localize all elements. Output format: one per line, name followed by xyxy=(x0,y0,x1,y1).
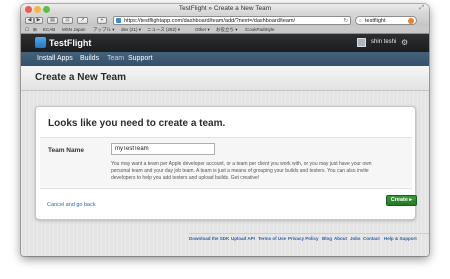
bookmark-item[interactable]: dev (21) ▾ xyxy=(121,26,141,34)
app-logo[interactable]: TestFlight xyxy=(49,37,91,49)
footer-link-sdk[interactable]: Download the SDK xyxy=(189,233,229,244)
sidebar-icon[interactable]: ▤ xyxy=(47,17,58,24)
footer: Download the SDK Upload API Terms of Use… xyxy=(21,233,429,244)
testflight-logo-icon[interactable] xyxy=(35,37,46,48)
user-name[interactable]: shin teshi xyxy=(371,38,396,47)
footer-link-jobs[interactable]: Jobs xyxy=(350,233,361,244)
footer-link-privacy[interactable]: Privacy Policy xyxy=(288,233,319,244)
gear-icon[interactable]: ⚙ xyxy=(401,37,408,48)
title-bar: TestFlight » Create a New Team ⤢ xyxy=(21,4,429,15)
bookmarks-book-icon[interactable]: ☐ xyxy=(25,26,29,34)
create-team-card: Looks like you need to create a team. Te… xyxy=(35,106,417,220)
create-button[interactable]: Create ▸ xyxy=(386,195,417,206)
browser-window: TestFlight » Create a New Team ⤢ ◀ ▶ ▤ ⊡… xyxy=(21,4,429,256)
footer-link-terms[interactable]: Terms of Use xyxy=(258,233,286,244)
nav-support[interactable]: Support xyxy=(128,52,153,66)
team-name-label: Team Name xyxy=(48,147,85,154)
bookmark-item[interactable]: ECAB xyxy=(43,26,55,34)
bookmark-item[interactable]: ニュース (252) ▾ xyxy=(147,26,180,34)
page-content: Create a New Team Looks like you need to… xyxy=(21,66,429,256)
reader-icon[interactable]: ⊡ xyxy=(62,17,73,24)
url-text: https://testflightapp.com/dashboard/team… xyxy=(124,18,296,24)
main-nav: Install Apps Builds Team Support xyxy=(21,52,429,66)
top-sites-icon[interactable]: ⊞ xyxy=(33,26,37,34)
forward-icon[interactable]: ▶ xyxy=(34,17,43,24)
bookmarks-bar: ☐ ⊞ ECAB MSN Japan アップル ▾ dev (21) ▾ ニュー… xyxy=(21,26,429,34)
url-bar[interactable]: https://testflightapp.com/dashboard/team… xyxy=(113,16,351,25)
bookmark-item[interactable]: iCookPadStyle xyxy=(245,26,275,34)
reload-icon[interactable]: ↻ xyxy=(343,17,348,25)
add-tab-icon[interactable]: + xyxy=(97,17,107,24)
footer-link-help[interactable]: Help & Support xyxy=(384,233,417,244)
nav-team[interactable]: Team xyxy=(107,52,124,66)
page-header: Create a New Team xyxy=(21,66,429,91)
app-header: TestFlight shin teshi ⚙ xyxy=(21,34,429,52)
search-value: testflight xyxy=(365,18,386,24)
nav-builds[interactable]: Builds xyxy=(80,52,99,66)
footer-link-contact[interactable]: Contact xyxy=(363,233,380,244)
fullscreen-icon[interactable]: ⤢ xyxy=(419,5,424,12)
bookmark-item[interactable]: Other ▾ xyxy=(195,26,210,34)
bookmark-item[interactable]: MSN Japan xyxy=(62,26,86,34)
search-input[interactable]: ⌕ testflight xyxy=(355,16,417,25)
bookmark-item[interactable]: お役立ち ▾ xyxy=(216,26,238,34)
footer-link-upload-api[interactable]: Upload API xyxy=(231,233,255,244)
search-icon: ⌕ xyxy=(359,18,362,24)
team-name-field[interactable] xyxy=(111,143,215,155)
window-title: TestFlight » Create a New Team xyxy=(178,5,272,12)
clear-search-icon[interactable] xyxy=(408,18,414,24)
footer-link-about[interactable]: About xyxy=(334,233,347,244)
page-title: Create a New Team xyxy=(35,72,126,83)
avatar[interactable] xyxy=(357,38,366,47)
team-form: Team Name You may want a team per Apple … xyxy=(40,137,412,189)
favicon-icon xyxy=(116,18,121,23)
cancel-link[interactable]: Cancel and go back xyxy=(47,202,96,208)
team-help-text: You may want a team per Apple developer … xyxy=(111,161,372,181)
browser-toolbar: ◀ ▶ ▤ ⊡ ↗ + https://testflightapp.com/da… xyxy=(21,15,429,26)
bookmark-item[interactable]: アップル ▾ xyxy=(93,26,115,34)
share-icon[interactable]: ↗ xyxy=(77,17,88,24)
back-icon[interactable]: ◀ xyxy=(25,17,34,24)
nav-install-apps[interactable]: Install Apps xyxy=(37,52,73,66)
footer-link-blog[interactable]: Blog xyxy=(322,233,332,244)
card-heading: Looks like you need to create a team. xyxy=(48,118,226,129)
